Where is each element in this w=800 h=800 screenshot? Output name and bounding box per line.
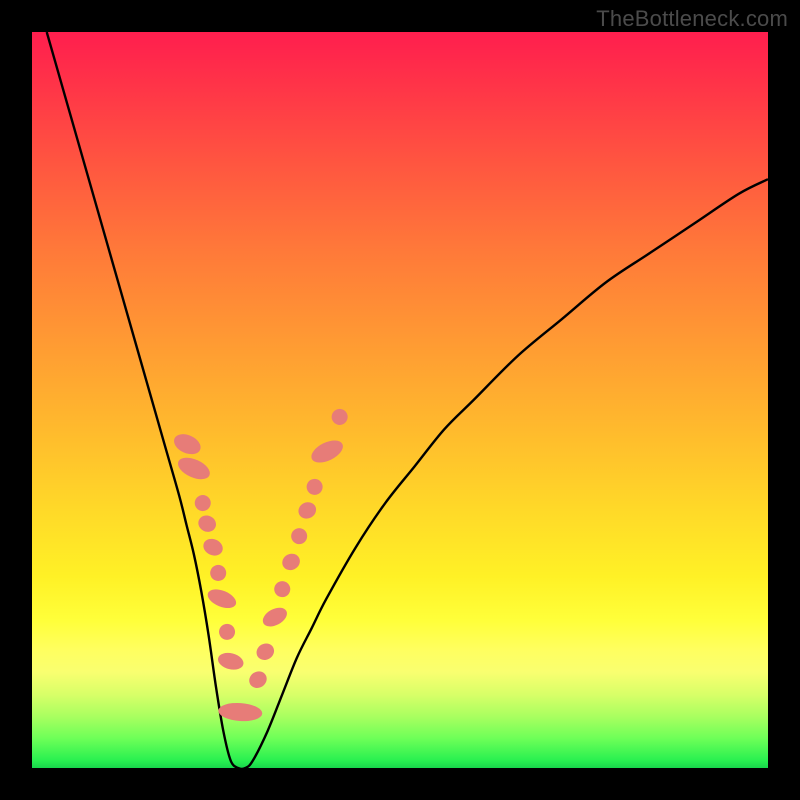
bottleneck-curve [47, 32, 768, 768]
marker-right-arm [279, 551, 302, 573]
marker-left-arm [192, 492, 213, 513]
marker-left-arm [208, 562, 229, 583]
marker-right-arm [260, 604, 290, 630]
marker-right-arm [254, 640, 278, 663]
chart-frame: TheBottleneck.com [0, 0, 800, 800]
marker-right-arm [308, 436, 346, 467]
curve-layer [32, 32, 768, 768]
marker-left-arm [205, 586, 239, 612]
marker-right-arm [288, 525, 309, 546]
marker-left-arm [216, 650, 245, 672]
marker-right-arm [304, 476, 325, 497]
marker-right-arm [296, 499, 319, 521]
marker-left-arm [196, 513, 219, 535]
marker-left-arm [175, 453, 213, 483]
marker-right-arm [271, 578, 293, 600]
marker-right-arm [329, 406, 350, 427]
plot-area [32, 32, 768, 768]
marker-left-arm [201, 536, 226, 559]
marker-bottom [218, 702, 263, 723]
marker-right-arm [246, 668, 270, 691]
watermark-text: TheBottleneck.com [596, 6, 788, 32]
marker-left-arm [171, 430, 204, 458]
marker-left-arm [217, 622, 237, 642]
curve-markers [171, 406, 350, 722]
